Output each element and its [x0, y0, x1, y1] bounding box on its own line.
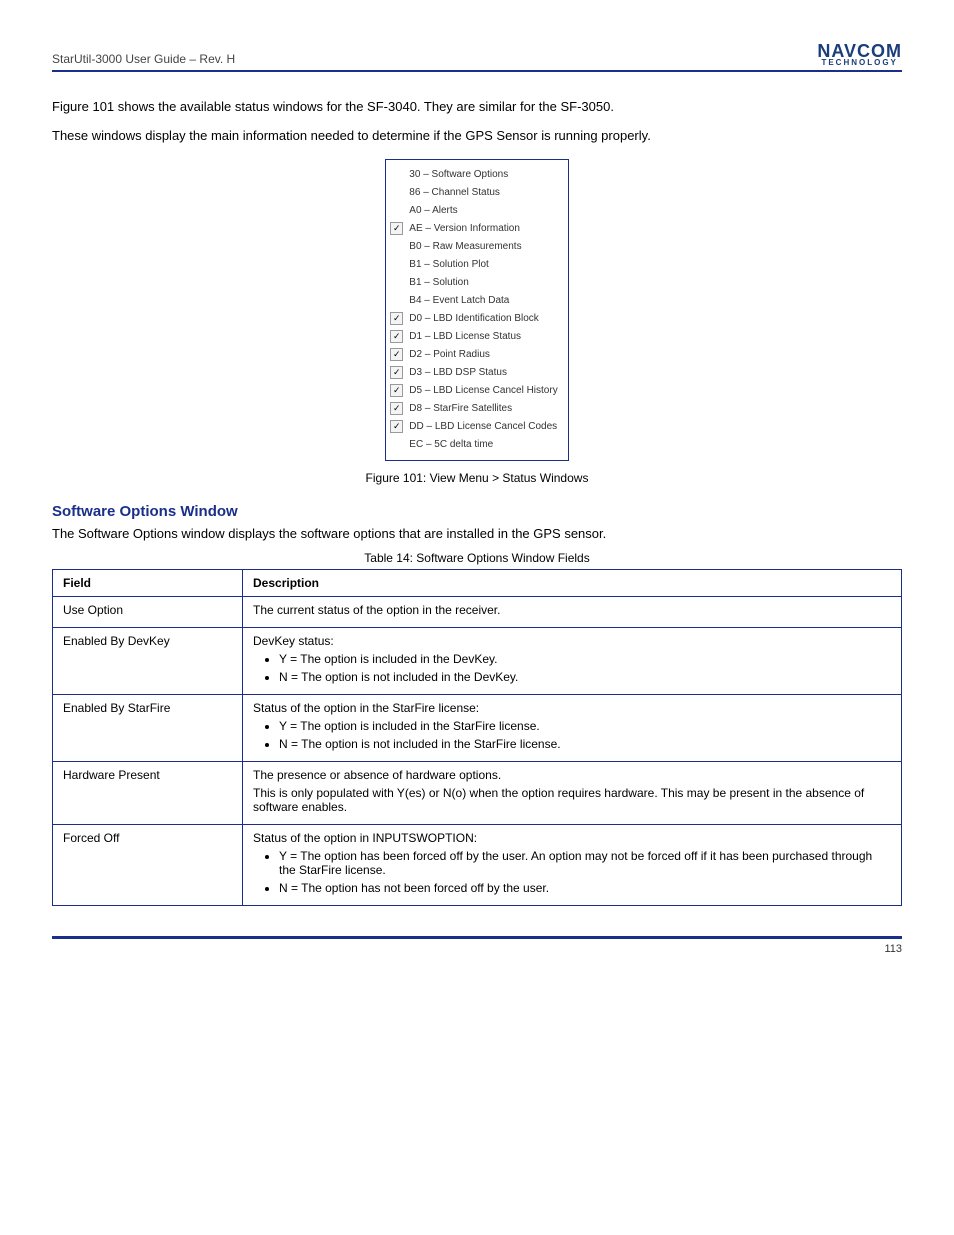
- menu-item[interactable]: ✓ D5 – LBD License Cancel History: [390, 382, 557, 400]
- menu-item-label: D8 – StarFire Satellites: [409, 403, 512, 414]
- intro-p2: These windows display the main informati…: [52, 127, 902, 145]
- cell-desc: The presence or absence of hardware opti…: [243, 761, 902, 824]
- th-desc: Description: [243, 569, 902, 596]
- check-icon: ✓: [390, 222, 403, 235]
- intro-text: Figure 101 shows the available status wi…: [52, 98, 902, 144]
- desc-line: The presence or absence of hardware opti…: [253, 768, 891, 782]
- desc-line: DevKey status:: [253, 634, 891, 648]
- menu-item-label: AE – Version Information: [409, 223, 520, 234]
- menu-item-label: B4 – Event Latch Data: [409, 295, 509, 306]
- menu-item[interactable]: 86 – Channel Status: [390, 184, 557, 202]
- check-spacer: [390, 276, 403, 289]
- cell-field: Enabled By StarFire: [53, 694, 243, 761]
- check-spacer: [390, 438, 403, 451]
- menu-item-label: 30 – Software Options: [409, 169, 508, 180]
- figure-caption: Figure 101: View Menu > Status Windows: [52, 471, 902, 485]
- desc-bullets: Y = The option is included in the DevKey…: [253, 652, 891, 684]
- menu-item-label: D2 – Point Radius: [409, 349, 490, 360]
- menu-item-label: B1 – Solution: [409, 277, 469, 288]
- page-footer: 113: [52, 936, 902, 955]
- menu-item-label: D0 – LBD Identification Block: [409, 313, 539, 324]
- table-row: Enabled By DevKey DevKey status: Y = The o…: [53, 627, 902, 694]
- menu-item[interactable]: EC – 5C delta time: [390, 436, 557, 454]
- check-spacer: [390, 204, 403, 217]
- logo: NAVCOM TECHNOLOGY: [817, 44, 902, 66]
- check-spacer: [390, 294, 403, 307]
- section-title: Software Options Window: [52, 503, 902, 520]
- menu-item[interactable]: ✓ AE – Version Information: [390, 220, 557, 238]
- intro-p1: Figure 101 shows the available status wi…: [52, 98, 902, 116]
- check-icon: ✓: [390, 420, 403, 433]
- cell-field: Use Option: [53, 596, 243, 627]
- menu-item-label: D5 – LBD License Cancel History: [409, 385, 557, 396]
- menu-item[interactable]: ✓ D2 – Point Radius: [390, 346, 557, 364]
- table-header-row: Field Description: [53, 569, 902, 596]
- desc-bullet: N = The option is not included in the St…: [279, 737, 891, 751]
- desc-bullets: Y = The option is included in the StarFi…: [253, 719, 891, 751]
- table-row: Hardware Present The presence or absence …: [53, 761, 902, 824]
- footer-right: 113: [884, 943, 902, 955]
- table-caption: Table 14: Software Options Window Fields: [52, 551, 902, 565]
- check-spacer: [390, 258, 403, 271]
- desc-line: Status of the option in INPUTSWOPTION:: [253, 831, 891, 845]
- cell-desc: DevKey status: Y = The option is included…: [243, 627, 902, 694]
- menu-item[interactable]: ✓ D0 – LBD Identification Block: [390, 310, 557, 328]
- cell-field: Enabled By DevKey: [53, 627, 243, 694]
- check-icon: ✓: [390, 402, 403, 415]
- menu-item[interactable]: B4 – Event Latch Data: [390, 292, 557, 310]
- table-row: Enabled By StarFire Status of the option …: [53, 694, 902, 761]
- cell-desc: The current status of the option in the …: [243, 596, 902, 627]
- desc-bullet: Y = The option is included in the DevKey…: [279, 652, 891, 666]
- logo-main: NAVCOM: [817, 44, 902, 59]
- th-field: Field: [53, 569, 243, 596]
- menu-item[interactable]: B1 – Solution: [390, 274, 557, 292]
- menu-item[interactable]: B1 – Solution Plot: [390, 256, 557, 274]
- menu-item[interactable]: ✓ D8 – StarFire Satellites: [390, 400, 557, 418]
- check-spacer: [390, 240, 403, 253]
- cell-desc: Status of the option in the StarFire lic…: [243, 694, 902, 761]
- menu-item[interactable]: B0 – Raw Measurements: [390, 238, 557, 256]
- check-icon: ✓: [390, 366, 403, 379]
- section-para: The Software Options window displays the…: [52, 526, 902, 541]
- desc-bullet: Y = The option is included in the StarFi…: [279, 719, 891, 733]
- check-icon: ✓: [390, 330, 403, 343]
- desc-line: This is only populated with Y(es) or N(o…: [253, 786, 891, 814]
- header-title: StarUtil-3000 User Guide – Rev. H: [52, 52, 235, 66]
- desc-line: Status of the option in the StarFire lic…: [253, 701, 891, 715]
- menu-item-label: B0 – Raw Measurements: [409, 241, 521, 252]
- check-icon: ✓: [390, 312, 403, 325]
- menu-item-label: B1 – Solution Plot: [409, 259, 489, 270]
- figure: 30 – Software Options 86 – Channel Status…: [52, 159, 902, 461]
- check-icon: ✓: [390, 348, 403, 361]
- menu-item[interactable]: ✓ DD – LBD License Cancel Codes: [390, 418, 557, 436]
- desc-bullet: N = The option has not been forced off b…: [279, 881, 891, 895]
- menu-item-label: DD – LBD License Cancel Codes: [409, 421, 557, 432]
- status-menu: 30 – Software Options 86 – Channel Status…: [385, 159, 568, 461]
- cell-desc: Status of the option in INPUTSWOPTION: Y …: [243, 824, 902, 905]
- check-icon: ✓: [390, 384, 403, 397]
- page-header: StarUtil-3000 User Guide – Rev. H NAVCOM…: [52, 44, 902, 72]
- check-spacer: [390, 168, 403, 181]
- desc-bullets: Y = The option has been forced off by th…: [253, 849, 891, 895]
- menu-item[interactable]: ✓ D3 – LBD DSP Status: [390, 364, 557, 382]
- software-options-table: Field Description Use Option The current …: [52, 569, 902, 906]
- menu-item-label: EC – 5C delta time: [409, 439, 493, 450]
- menu-item[interactable]: 30 – Software Options: [390, 166, 557, 184]
- cell-field: Hardware Present: [53, 761, 243, 824]
- menu-item[interactable]: ✓ D1 – LBD License Status: [390, 328, 557, 346]
- table-row: Forced OffStatus of the option in INPUTS…: [53, 824, 902, 905]
- menu-item-label: A0 – Alerts: [409, 205, 457, 216]
- cell-field: Forced Off: [53, 824, 243, 905]
- check-spacer: [390, 186, 403, 199]
- menu-item[interactable]: A0 – Alerts: [390, 202, 557, 220]
- menu-item-label: 86 – Channel Status: [409, 187, 500, 198]
- desc-bullet: N = The option is not included in the De…: [279, 670, 891, 684]
- menu-item-label: D1 – LBD License Status: [409, 331, 521, 342]
- desc-bullet: Y = The option has been forced off by th…: [279, 849, 891, 877]
- table-row: Use Option The current status of the opti…: [53, 596, 902, 627]
- desc-line: The current status of the option in the …: [253, 603, 891, 617]
- menu-item-label: D3 – LBD DSP Status: [409, 367, 507, 378]
